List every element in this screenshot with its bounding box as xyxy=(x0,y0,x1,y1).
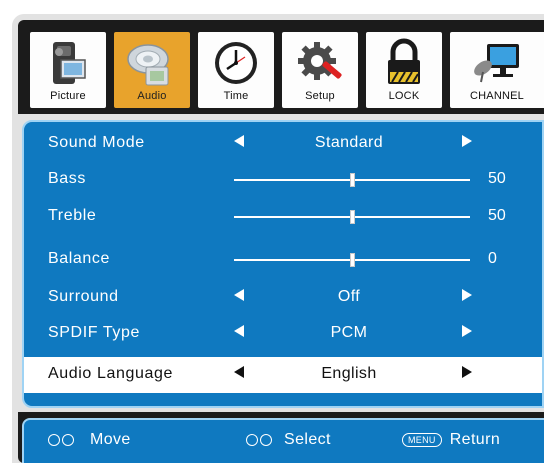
row-label: Balance xyxy=(48,250,111,267)
left-arrow-icon[interactable] xyxy=(234,289,244,301)
slider-thumb[interactable] xyxy=(350,173,355,187)
tab-label-setup: Setup xyxy=(305,90,335,102)
left-arrow-icon[interactable] xyxy=(234,366,244,378)
satellite-tv-icon xyxy=(450,32,544,94)
row-label: Audio Language xyxy=(48,365,173,382)
hint-select-label: Select xyxy=(284,431,331,448)
menu-row-spdif-type[interactable]: SPDIF Type PCM xyxy=(24,316,542,350)
menu-row-bass[interactable]: Bass 50 xyxy=(24,162,542,196)
row-label: Treble xyxy=(48,207,97,224)
left-arrow-icon[interactable] xyxy=(234,325,244,337)
tab-audio[interactable]: Audio xyxy=(112,30,192,110)
right-arrow-icon[interactable] xyxy=(462,289,472,301)
row-value: 50 xyxy=(488,207,506,224)
row-value: Standard xyxy=(314,134,384,151)
slider-thumb[interactable] xyxy=(350,253,355,267)
camcorder-icon xyxy=(30,32,106,94)
slider-thumb[interactable] xyxy=(350,210,355,224)
tab-picture[interactable]: Picture xyxy=(28,30,108,110)
menu-row-surround[interactable]: Surround Off xyxy=(24,280,542,314)
left-arrow-icon[interactable] xyxy=(234,135,244,147)
footer-hints: Move Select MENU Return xyxy=(22,418,544,463)
menu-row-treble[interactable]: Treble 50 xyxy=(24,199,542,233)
right-arrow-icon[interactable] xyxy=(462,325,472,337)
menu-key-icon: MENU xyxy=(402,433,442,447)
row-label: SPDIF Type xyxy=(48,324,140,341)
hint-return: MENU Return xyxy=(402,431,500,449)
tab-label-time: Time xyxy=(223,90,249,102)
row-label: Sound Mode xyxy=(48,134,145,151)
padlock-icon xyxy=(366,32,442,94)
clock-icon xyxy=(198,32,274,94)
row-value: PCM xyxy=(330,324,368,341)
hint-move-label: Move xyxy=(90,431,131,448)
menu-row-sound-mode[interactable]: Sound Mode Standard xyxy=(24,126,542,160)
tab-label-channel: CHANNEL xyxy=(470,90,524,102)
right-arrow-icon[interactable] xyxy=(462,135,472,147)
row-value: 0 xyxy=(488,250,497,267)
tab-channel[interactable]: CHANNEL xyxy=(448,30,544,110)
gear-wrench-icon xyxy=(282,32,358,94)
menu-row-audio-language[interactable]: Audio Language English xyxy=(24,357,542,393)
tab-time[interactable]: Time xyxy=(196,30,276,110)
tab-label-picture: Picture xyxy=(50,90,86,102)
row-label: Bass xyxy=(48,170,86,187)
row-value: Off xyxy=(337,288,361,305)
left-right-keys-icon xyxy=(246,434,272,446)
hint-return-label: Return xyxy=(449,431,501,448)
tab-setup[interactable]: Setup xyxy=(280,30,360,110)
row-value: English xyxy=(321,365,377,382)
up-down-keys-icon xyxy=(48,434,74,446)
right-arrow-icon[interactable] xyxy=(462,366,472,378)
row-label: Surround xyxy=(48,288,119,305)
speaker-icon xyxy=(114,32,190,94)
hint-move: Move xyxy=(48,431,131,449)
audio-menu-panel: Sound Mode Standard Bass 50 Treble 50 Ba… xyxy=(22,120,544,408)
hint-select: Select xyxy=(246,431,331,449)
tab-label-lock: LOCK xyxy=(388,90,420,102)
menu-row-balance[interactable]: Balance 0 xyxy=(24,242,542,276)
row-value: 50 xyxy=(488,170,506,187)
tab-label-audio: Audio xyxy=(137,90,167,102)
tab-lock[interactable]: LOCK xyxy=(364,30,444,110)
